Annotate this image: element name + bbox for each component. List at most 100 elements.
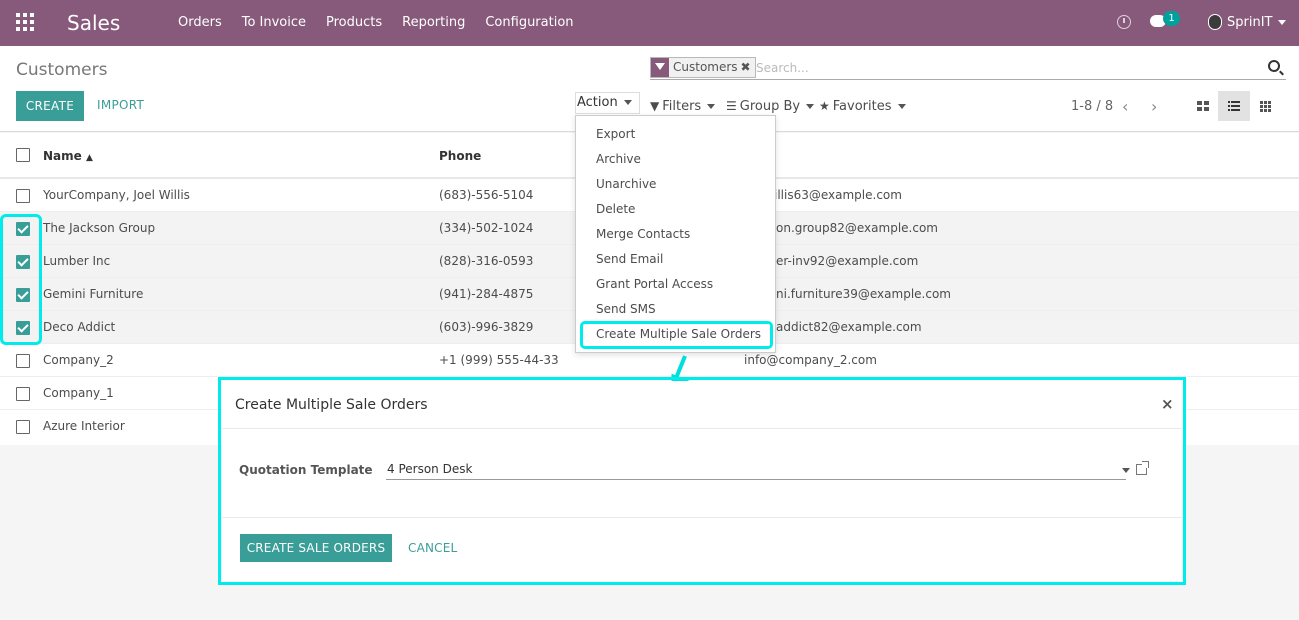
menu-item-delete[interactable]: Delete: [596, 202, 635, 216]
menu-item-merge-contacts[interactable]: Merge Contacts: [596, 227, 690, 241]
create-button[interactable]: CREATE: [16, 91, 84, 121]
row-checkbox[interactable]: [16, 189, 30, 203]
column-header-phone[interactable]: Phone: [439, 149, 481, 163]
column-header-name[interactable]: Name ▲: [43, 149, 93, 163]
quotation-template-label: Quotation Template: [239, 463, 373, 477]
cell-phone: (828)-316-0593: [439, 254, 534, 268]
app-name: Sales: [67, 11, 121, 35]
kanban-view-button[interactable]: [1187, 91, 1219, 121]
kanban-icon: [1197, 101, 1209, 111]
chevron-right-icon[interactable]: ›: [1151, 97, 1157, 116]
menu-reporting[interactable]: Reporting: [402, 15, 465, 30]
filter-icon: ▼: [650, 99, 660, 113]
chevron-down-icon: [897, 104, 906, 109]
cell-phone: (603)-996-3829: [439, 320, 534, 334]
cell-name: Gemini Furniture: [43, 287, 144, 301]
dialog-title: Create Multiple Sale Orders: [235, 397, 428, 413]
menu-configuration[interactable]: Configuration: [485, 15, 573, 30]
cell-name: Lumber Inc: [43, 254, 111, 268]
search-icon[interactable]: [1268, 60, 1280, 72]
menu-item-archive[interactable]: Archive: [596, 152, 641, 166]
chevron-down-icon: [707, 104, 716, 109]
main-menu: Orders To Invoice Products Reporting Con…: [178, 15, 574, 30]
avatar[interactable]: [1208, 14, 1222, 30]
filters-label: Filters: [662, 99, 702, 114]
list-view-button[interactable]: [1218, 91, 1250, 121]
cell-name: Deco Addict: [43, 320, 116, 334]
external-link-icon[interactable]: [1136, 461, 1149, 475]
favorites-button[interactable]: ★ Favorites: [819, 99, 906, 114]
clock-icon[interactable]: [1117, 15, 1131, 29]
favorites-label: Favorites: [832, 99, 892, 114]
column-name-label: Name: [43, 149, 82, 163]
chevron-down-icon[interactable]: [1122, 468, 1130, 473]
cell-email: addict82@example.com: [776, 320, 922, 334]
chevron-down-icon: [806, 104, 815, 109]
select-all-checkbox[interactable]: [16, 148, 30, 162]
grid-icon: [1260, 101, 1271, 112]
user-menu[interactable]: SprinIT: [1227, 15, 1287, 30]
cell-email: ni.furniture39@example.com: [776, 287, 951, 301]
annotation-highlight-checkboxes: [0, 214, 42, 345]
create-sale-orders-button[interactable]: CREATE SALE ORDERS: [240, 534, 392, 562]
cell-phone: (941)-284-4875: [439, 287, 534, 301]
menu-orders[interactable]: Orders: [178, 15, 222, 30]
row-checkbox[interactable]: [16, 354, 30, 368]
filters-button[interactable]: ▼ Filters: [650, 99, 716, 114]
sort-up-icon: ▲: [85, 153, 93, 163]
cell-name: YourCompany, Joel Willis: [43, 188, 190, 202]
facet-label: Customers: [673, 60, 738, 74]
quotation-template-select[interactable]: 4 Person Desk: [386, 462, 1126, 480]
star-icon: ★: [819, 99, 830, 113]
groupby-label: Group By: [739, 99, 801, 114]
chevron-down-icon: [623, 100, 632, 105]
grid-view-button[interactable]: [1250, 91, 1282, 121]
menu-item-send-email[interactable]: Send Email: [596, 252, 663, 266]
search-facet: Customers ✖: [650, 57, 756, 78]
cell-email: illis63@example.com: [774, 188, 902, 202]
facet-remove-icon[interactable]: ✖: [741, 58, 755, 77]
cell-phone: (334)-502-1024: [439, 221, 534, 235]
cell-name: The Jackson Group: [43, 221, 156, 235]
search-input[interactable]: [756, 58, 1256, 78]
action-label: Action: [577, 95, 618, 110]
bars-icon: ☰: [726, 99, 737, 113]
cell-phone: (683)-556-5104: [439, 188, 534, 202]
menu-to-invoice[interactable]: To Invoice: [242, 15, 306, 30]
import-button[interactable]: IMPORT: [97, 98, 144, 112]
user-name: SprinIT: [1227, 15, 1273, 30]
menu-item-grant-portal-access[interactable]: Grant Portal Access: [596, 277, 713, 291]
menu-item-send-sms[interactable]: Send SMS: [596, 302, 656, 316]
cell-email: er-inv92@example.com: [776, 254, 919, 268]
cell-name: Azure Interior: [43, 419, 125, 433]
cell-name: Company_2: [43, 353, 114, 367]
menu-item-export[interactable]: Export: [596, 127, 635, 141]
messages-badge: 1: [1163, 11, 1180, 26]
cancel-button[interactable]: CANCEL: [408, 541, 457, 555]
cell-email: info@company_2.com: [744, 353, 877, 367]
action-menu: Export Archive Unarchive Delete Merge Co…: [575, 115, 776, 353]
chevron-down-icon: [1278, 20, 1287, 25]
menu-item-unarchive[interactable]: Unarchive: [596, 177, 656, 191]
top-navbar: Sales Orders To Invoice Products Reporti…: [0, 0, 1299, 46]
search-bar: Customers ✖: [650, 56, 1286, 80]
action-dropdown-button[interactable]: Action: [575, 92, 640, 114]
menu-products[interactable]: Products: [326, 15, 382, 30]
cell-email: on.group82@example.com: [776, 221, 938, 235]
annotation-highlight-menu-item: [580, 321, 773, 349]
apps-grid-icon[interactable]: [16, 13, 34, 31]
divider: [222, 428, 1182, 429]
cell-phone: +1 (999) 555-44-33: [439, 353, 559, 367]
divider: [222, 517, 1182, 518]
list-icon: [1228, 101, 1240, 111]
cell-name: Company_1: [43, 386, 114, 400]
pager-value[interactable]: 1-8 / 8: [1071, 99, 1113, 114]
groupby-button[interactable]: ☰ Group By: [726, 99, 815, 114]
create-sale-orders-dialog: Create Multiple Sale Orders × Quotation …: [222, 381, 1182, 581]
row-checkbox[interactable]: [16, 420, 30, 434]
chevron-left-icon[interactable]: ‹: [1122, 97, 1128, 116]
close-icon[interactable]: ×: [1161, 395, 1174, 413]
row-checkbox[interactable]: [16, 387, 30, 401]
breadcrumb: Customers: [16, 60, 108, 80]
filter-icon: [651, 58, 669, 77]
